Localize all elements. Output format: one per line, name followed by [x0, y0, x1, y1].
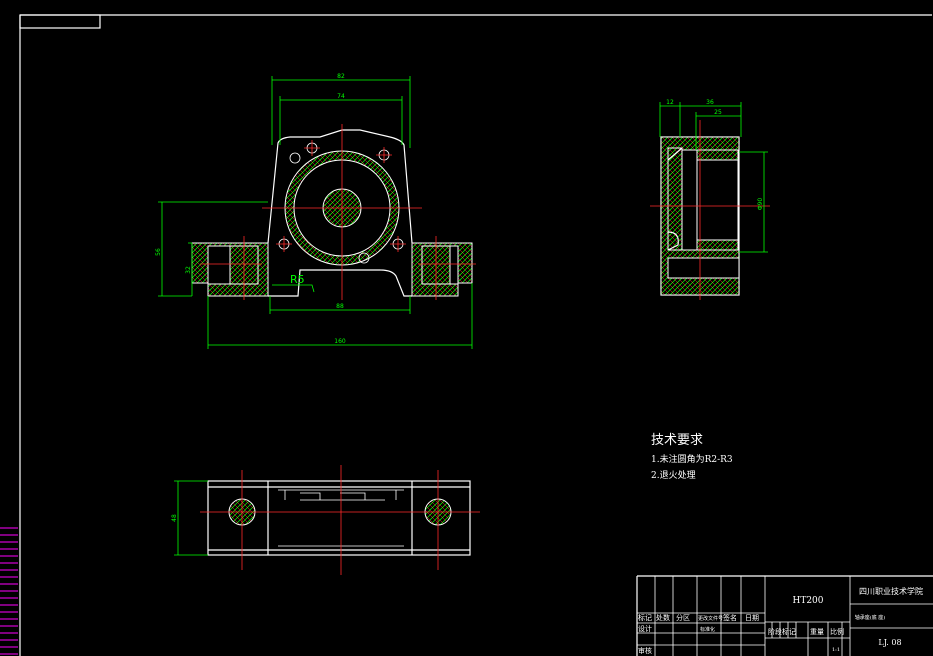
top-view	[200, 465, 480, 575]
radius-label: R5	[290, 273, 305, 286]
tb-mark: 标记	[638, 613, 652, 622]
tb-zone: 分区	[676, 613, 690, 622]
tb-signature: 签名	[723, 613, 737, 622]
dim-top-inner: 74	[337, 93, 345, 100]
side-dim-b: 36	[706, 99, 714, 106]
tech-requirement-1: 1.未注圆角为R2-R3	[651, 453, 733, 465]
tb-part-name: 轴承座(底 座)	[855, 614, 886, 621]
side-dim-a: 12	[666, 99, 674, 106]
tb-weight: 重量	[810, 628, 824, 636]
tb-change-doc: 更改文件号	[698, 615, 723, 622]
cad-drawing-canvas: 82 74 56 32 R5 88 160 12 36 25 Φ90 48 技术…	[0, 14, 933, 656]
side-view	[650, 120, 770, 300]
dim-height-total: 56	[155, 248, 162, 256]
dim-top-outer: 82	[337, 73, 345, 80]
tech-requirements: 技术要求 1.未注圆角为R2-R3 2.退火处理	[651, 433, 733, 481]
tb-standardize: 标准化	[700, 626, 715, 633]
tb-scale-value: 1:1	[832, 647, 840, 653]
tb-school: 四川职业技术学院	[859, 586, 923, 596]
side-dim-bore: Φ90	[757, 198, 764, 211]
top-dim-width: 48	[171, 514, 178, 522]
tb-scale: 比例	[830, 627, 844, 636]
dim-bolt-spacing: 88	[336, 303, 344, 310]
tb-count: 处数	[656, 613, 670, 622]
dim-height-base: 32	[185, 266, 192, 274]
dim-base-length: 160	[334, 338, 346, 345]
title-block: 标记 处数 分区 更改文件号 签名 日期 设计 标准化 审核 阶段标记 重量 比…	[636, 575, 933, 656]
top-view-dimensions: 48	[171, 480, 208, 556]
tb-material: HT200	[792, 596, 823, 606]
tb-date: 日期	[745, 614, 759, 622]
tb-review: 审核	[638, 646, 652, 655]
side-dim-c: 25	[714, 109, 722, 116]
drawing-frame	[19, 14, 932, 656]
margin-ticks	[0, 527, 18, 655]
tb-drawing-no: LJ. 08	[878, 638, 901, 647]
tb-design: 设计	[638, 624, 652, 633]
tb-stage-mark: 阶段标记	[768, 627, 796, 636]
front-view	[191, 124, 476, 300]
tech-requirements-heading: 技术要求	[651, 433, 703, 448]
tech-requirement-2: 2.退火处理	[651, 469, 696, 481]
